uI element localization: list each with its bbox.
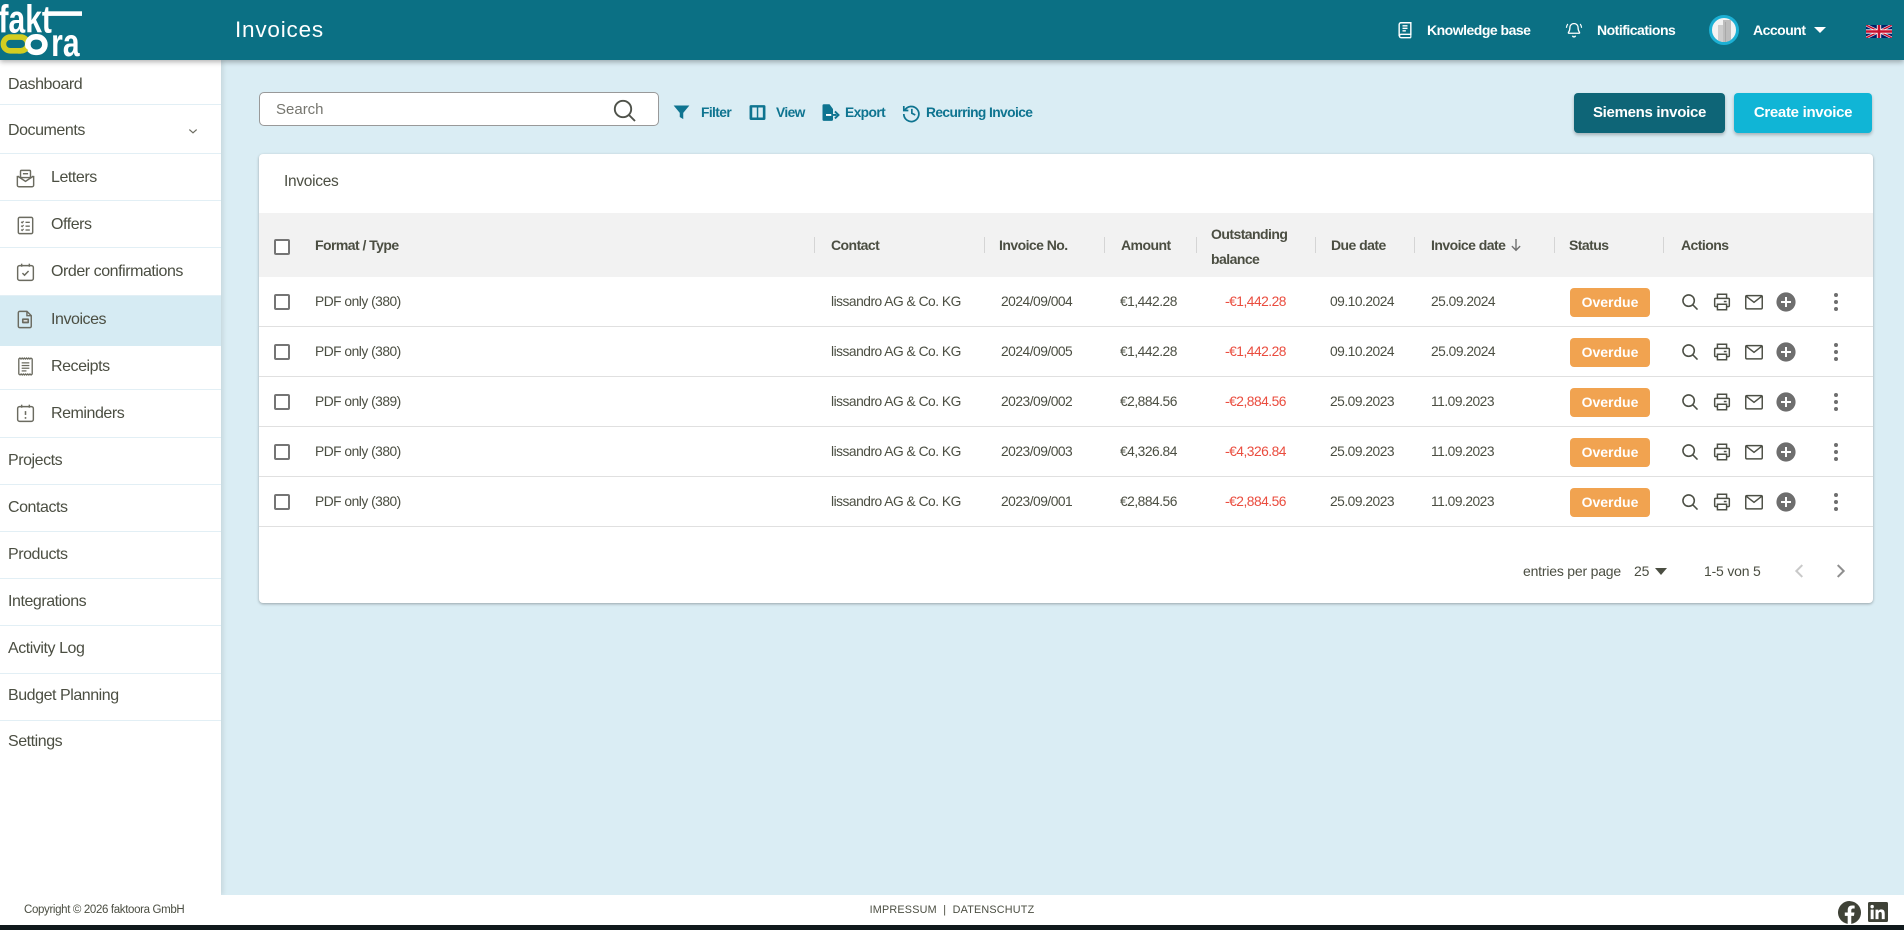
svg-text:ra: ra (51, 23, 80, 60)
